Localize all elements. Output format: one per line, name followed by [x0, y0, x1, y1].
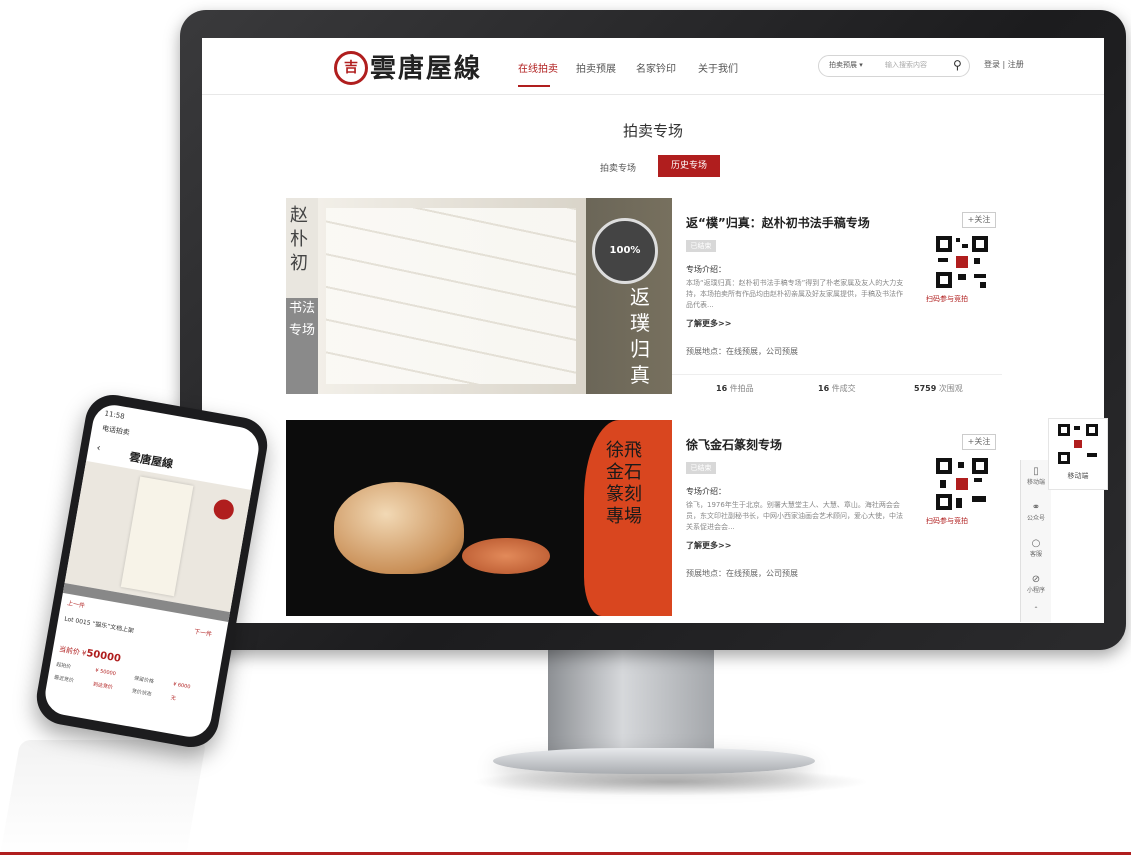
rail-item-mobile[interactable]: ▯ 移动端 [1021, 466, 1051, 486]
table-cell: 竞价状态 [131, 688, 153, 698]
table-cell: 保留价格 [133, 675, 155, 685]
phone-screen: 11:58 电话拍卖 ‹ 雲唐屋線 上一件 下一件 Lot 0015 “猫乐”文… [42, 401, 262, 741]
page-title: 拍卖专场 [622, 122, 683, 140]
intro-text: 本场“返璞归真：赵朴初书法手稿专场”得到了朴老家属及友人的大力支持，本场拍卖所有… [686, 279, 904, 309]
scroll-top-icon[interactable]: ⌃ [1021, 606, 1051, 613]
price-table: 起拍价 ¥ 50000 保留价格 ¥ 6000 最近竞价 到达竞价 竞价状态 无 [53, 661, 210, 708]
auction-card[interactable]: 徐飛金石篆刻專場 徐飞金石篆刻专场 +关注 已结束 专场介绍： 徐飞，1976年… [286, 420, 1014, 623]
authentic-stamp-icon: 100% [592, 218, 658, 284]
side-qr-panel[interactable]: 移动端 [1048, 418, 1108, 490]
cover-subtitle: 书法专场 [286, 298, 318, 394]
preview-location: 预展地点：在线预展，公司预展 [686, 569, 798, 578]
login-register-link[interactable]: 登录 | 注册 [984, 59, 1024, 70]
auction-card[interactable]: 赵朴初 书法专场 100% 返璞归真 返“樸”归真：赵朴初书法手稿专场 +关注 … [286, 198, 1014, 418]
bottom-accent-line [0, 852, 1131, 855]
rail-item-miniapp[interactable]: ⊘ 小程序 [1021, 574, 1051, 594]
nav-item-online-auction[interactable]: 在线拍卖 [518, 60, 558, 75]
table-cell: ¥ 6000 [172, 681, 191, 691]
wechat-icon: ⚭ [1031, 502, 1041, 513]
rail-label: 客服 [1029, 551, 1042, 558]
phone-reflection [0, 740, 207, 858]
nav-item-about[interactable]: 关于我们 [698, 60, 738, 75]
right-toolbar: ▯ 移动端 ⚭ 公众号 ○ 客服 ⊘ 小程序 ⌃ [1020, 460, 1051, 622]
carved-seal-face [462, 538, 550, 574]
table-cell: 起拍价 [55, 661, 72, 671]
scroll-painting [120, 476, 194, 597]
qr-code-icon [1057, 423, 1099, 465]
rail-item-wechat[interactable]: ⚭ 公众号 [1021, 502, 1051, 522]
phone-status-time: 11:58 [103, 409, 126, 421]
mobile-icon: ▯ [1033, 466, 1039, 477]
auction-title[interactable]: 返“樸”归真：赵朴初书法手稿专场 [686, 214, 870, 231]
stat-views: 5759 次围观 [914, 384, 963, 393]
side-qr-label: 移动端 [1067, 472, 1089, 480]
phone-device: 11:58 电话拍卖 ‹ 雲唐屋線 上一件 下一件 Lot 0015 “猫乐”文… [32, 390, 272, 752]
follow-button[interactable]: +关注 [962, 434, 996, 450]
learn-more-link[interactable]: 了解更多>> [686, 318, 731, 329]
rail-label: 公众号 [1026, 515, 1045, 522]
rail-item-service[interactable]: ○ 客服 [1021, 538, 1051, 558]
nav-active-underline [518, 85, 550, 87]
monitor-screen: 吉 雲唐屋線 在线拍卖 拍卖预展 名家钤印 关于我们 拍卖预展 ▾ 输入搜索内容… [202, 38, 1104, 623]
site-logo[interactable]: 雲唐屋線 [370, 48, 482, 85]
table-cell: 到达竞价 [92, 681, 114, 691]
status-badge: 已结束 [686, 462, 716, 474]
auction-cover-image[interactable]: 赵朴初 书法专场 100% 返璞归真 [286, 198, 672, 394]
lot-title: Lot 0015 “猫乐”文档上架 [63, 615, 135, 635]
rail-label: 移动端 [1026, 479, 1045, 486]
site-header: 吉 雲唐屋線 在线拍卖 拍卖预展 名家钤印 关于我们 拍卖预展 ▾ 输入搜索内容… [202, 38, 1104, 95]
headset-icon: ○ [1031, 538, 1041, 549]
prev-lot-link[interactable]: 上一件 [67, 598, 86, 610]
stat-sold: 16 件成交 [818, 384, 856, 393]
seal-badge-icon [212, 497, 236, 522]
table-cell: ¥ 50000 [94, 667, 117, 678]
tab-current-auctions[interactable]: 拍卖专场 [600, 161, 636, 174]
auction-cover-image[interactable]: 徐飛金石篆刻專場 [286, 420, 672, 616]
table-cell: 无 [170, 695, 177, 703]
search-box[interactable]: 拍卖预展 ▾ 输入搜索内容 ⚲ [818, 55, 970, 77]
monitor-stand-neck [548, 650, 714, 760]
cover-title-calligraphy: 徐飛金石篆刻專場 [606, 440, 642, 527]
seal-stone [334, 482, 464, 574]
learn-more-link[interactable]: 了解更多>> [686, 540, 731, 551]
stat-lots: 16 件拍品 [716, 384, 754, 393]
qr-label: 扫码参与竞拍 [926, 295, 968, 303]
status-badge: 已结束 [686, 240, 716, 252]
table-cell: 最近竞价 [53, 674, 75, 685]
follow-button[interactable]: +关注 [962, 212, 996, 228]
intro-text: 徐飞，1976年生于北京。别署大慧堂主人、大慧、章山。海社两会会员，东文印社副秘… [686, 501, 903, 531]
rail-label: 小程序 [1026, 587, 1045, 594]
nav-item-preview[interactable]: 拍卖预展 [576, 60, 616, 75]
monitor-stand-base [493, 748, 815, 774]
search-scope-select[interactable]: 拍卖预展 ▾ [829, 60, 863, 70]
qr-code-icon[interactable] [934, 234, 990, 290]
preview-location: 预展地点：在线预展，公司预展 [686, 347, 798, 356]
auction-stats: 16 件拍品 16 件成交 5759 次围观 [672, 374, 1002, 397]
manuscript-photo [326, 208, 576, 384]
back-icon[interactable]: ‹ [96, 443, 102, 455]
intro-label: 专场介绍： [686, 487, 726, 496]
qr-code-icon[interactable] [934, 456, 990, 512]
auction-title[interactable]: 徐飞金石篆刻专场 [686, 436, 782, 453]
search-icon[interactable]: ⚲ [953, 58, 962, 72]
intro-label: 专场介绍： [686, 265, 726, 274]
search-input[interactable]: 输入搜索内容 [885, 60, 927, 70]
qr-label: 扫码参与竞拍 [926, 517, 968, 525]
cover-title-calligraphy: 返璞归真 [630, 285, 650, 387]
logo-seal-icon[interactable]: 吉 [334, 51, 368, 85]
phone-logo: 雲唐屋線 [128, 450, 174, 471]
next-lot-link[interactable]: 下一件 [193, 626, 212, 638]
tab-history-auctions[interactable]: 历史专场 [658, 155, 720, 177]
nav-item-masters-seals[interactable]: 名家钤印 [636, 60, 676, 75]
current-price: 当前价 ¥50000 [58, 645, 122, 665]
monitor: 吉 雲唐屋線 在线拍卖 拍卖预展 名家钤印 关于我们 拍卖预展 ▾ 输入搜索内容… [180, 10, 1126, 650]
phone-app-title: 电话拍卖 [101, 424, 131, 437]
miniapp-icon: ⊘ [1031, 574, 1041, 585]
